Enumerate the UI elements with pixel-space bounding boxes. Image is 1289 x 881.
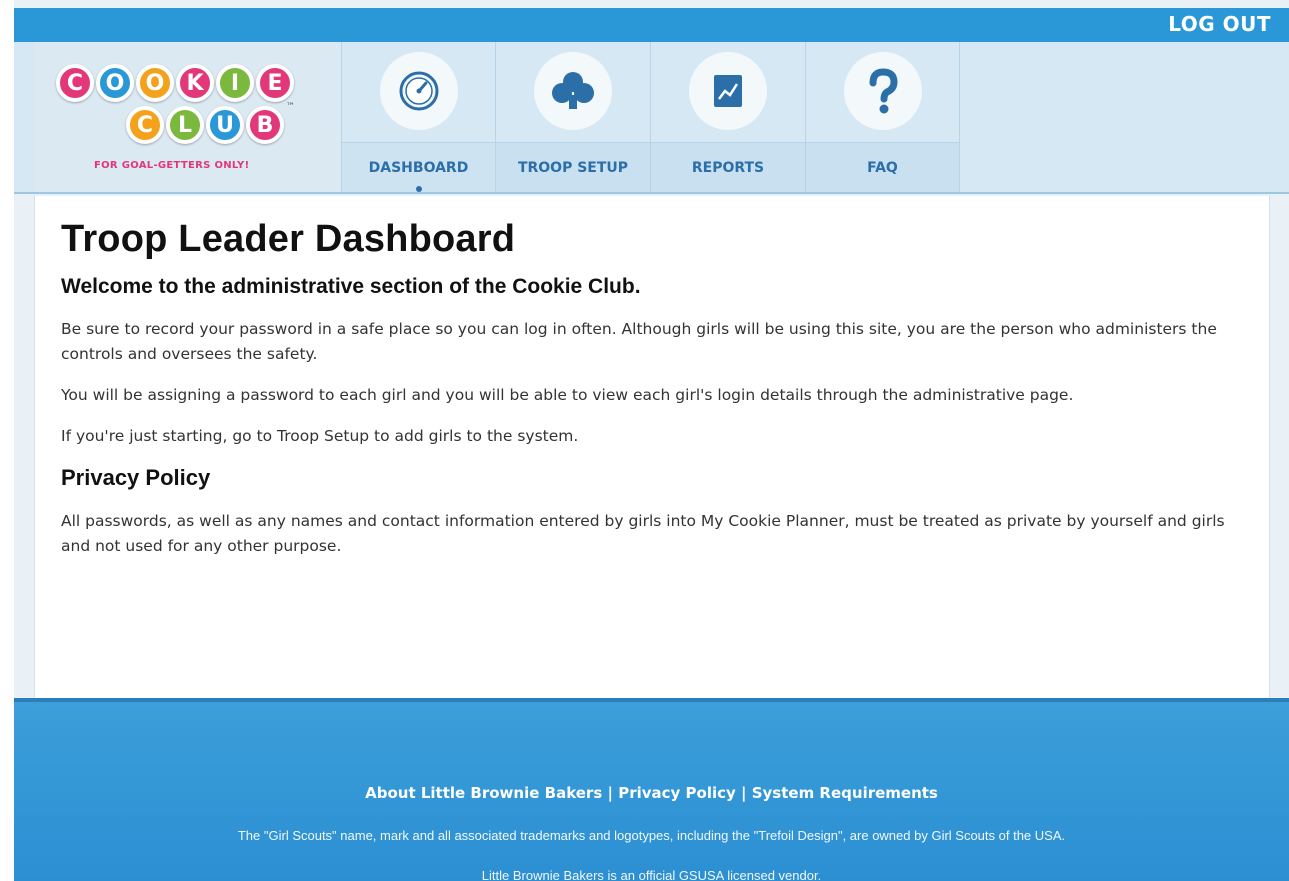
dashboard-content: Troop Leader Dashboard Welcome to the ad… bbox=[34, 196, 1270, 698]
logo-letter: B bbox=[246, 106, 284, 144]
tab-reports[interactable]: REPORTS bbox=[651, 42, 806, 192]
logo-letter: E bbox=[256, 64, 294, 102]
trademark-notice: The "Girl Scouts" name, mark and all ass… bbox=[237, 828, 1066, 843]
trefoil-icon bbox=[534, 52, 612, 130]
tab-dashboard[interactable]: DASHBOARD bbox=[342, 42, 496, 192]
cookie-club-logo[interactable]: COOKIE CLUB ™ FOR GOAL-GETTERS ONLY! bbox=[34, 42, 342, 192]
footer: About Little Brownie Bakers | Privacy Po… bbox=[14, 698, 1289, 881]
intro-paragraph-getting-started: If you're just starting, go to Troop Set… bbox=[61, 427, 579, 445]
logo-letter: I bbox=[216, 64, 254, 102]
privacy-paragraph: All passwords, as well as any names and … bbox=[61, 512, 1225, 555]
main-navigation: COOKIE CLUB ™ FOR GOAL-GETTERS ONLY! DAS… bbox=[14, 42, 1289, 194]
logout-link[interactable]: LOG OUT bbox=[1168, 12, 1271, 36]
footer-link-privacy[interactable]: Privacy Policy bbox=[618, 784, 736, 802]
footer-separator: | bbox=[735, 784, 752, 802]
intro-paragraph-assigning: You will be assigning a password to each… bbox=[61, 386, 1074, 404]
page-left-margin bbox=[0, 0, 14, 881]
logo-letter: C bbox=[126, 106, 164, 144]
tab-reports-label: REPORTS bbox=[651, 142, 805, 192]
logo-letter: O bbox=[96, 64, 134, 102]
page-title: Troop Leader Dashboard bbox=[61, 218, 516, 260]
dashboard-gauge-icon bbox=[379, 52, 458, 130]
intro-paragraph-password: Be sure to record your password in a saf… bbox=[61, 320, 1217, 363]
footer-link-about[interactable]: About Little Brownie Bakers bbox=[365, 784, 602, 802]
footer-links: About Little Brownie Bakers | Privacy Po… bbox=[14, 784, 1289, 802]
logo-letter: U bbox=[206, 106, 244, 144]
report-chart-icon bbox=[689, 52, 767, 130]
logo-tagline: FOR GOAL-GETTERS ONLY! bbox=[94, 160, 250, 171]
logo-word-club: CLUB bbox=[126, 106, 284, 144]
tab-troop-setup-label: TROOP SETUP bbox=[496, 142, 650, 192]
logo-word-cookie: COOKIE bbox=[56, 64, 294, 102]
tab-troop-setup[interactable]: TROOP SETUP bbox=[496, 42, 651, 192]
trademark-symbol: ™ bbox=[286, 102, 295, 112]
logo-letter: L bbox=[166, 106, 204, 144]
tab-dashboard-label: DASHBOARD bbox=[342, 142, 495, 192]
privacy-heading: Privacy Policy bbox=[61, 465, 211, 490]
vendor-notice: Little Brownie Bakers is an official GSU… bbox=[481, 868, 822, 881]
tab-faq[interactable]: FAQ bbox=[806, 42, 960, 192]
question-mark-icon bbox=[843, 52, 922, 130]
logo-letter: C bbox=[56, 64, 94, 102]
top-bar: LOG OUT bbox=[14, 8, 1289, 42]
footer-separator: | bbox=[602, 784, 619, 802]
footer-link-system-requirements[interactable]: System Requirements bbox=[752, 784, 938, 802]
logo-letter: K bbox=[176, 64, 214, 102]
active-tab-indicator bbox=[415, 186, 422, 192]
tab-faq-label: FAQ bbox=[806, 142, 959, 192]
logo-letter: O bbox=[136, 64, 174, 102]
welcome-heading: Welcome to the administrative section of… bbox=[61, 275, 641, 298]
